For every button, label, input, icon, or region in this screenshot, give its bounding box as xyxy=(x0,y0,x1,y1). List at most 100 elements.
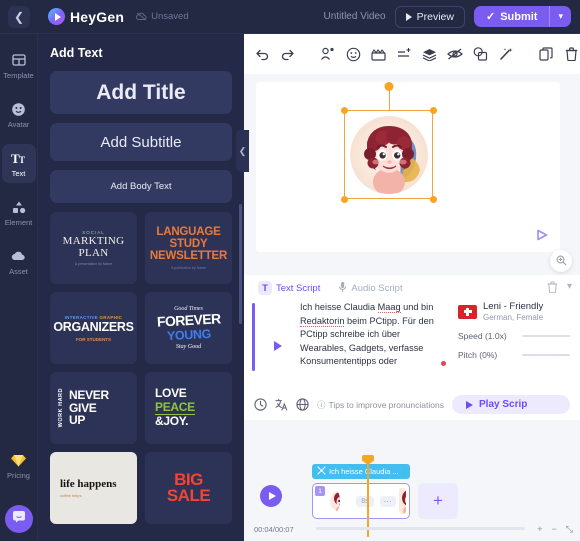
fit-timeline-button[interactable]: ⤡ xyxy=(566,524,573,535)
clapperboard-icon[interactable] xyxy=(371,46,387,63)
timeline-scrollbar[interactable] xyxy=(316,527,525,530)
sidebar-item-template[interactable]: Template xyxy=(2,46,36,85)
chat-support-button[interactable] xyxy=(4,505,33,533)
pitch-slider-row[interactable]: Pitch (0%) xyxy=(458,350,570,360)
redo-icon[interactable] xyxy=(279,46,295,63)
scene-more-button[interactable]: ··· xyxy=(379,495,396,507)
preview-button[interactable]: Preview xyxy=(394,5,465,28)
resize-handle-top-left[interactable] xyxy=(340,106,348,114)
add-scene-button[interactable]: + xyxy=(418,483,458,519)
panel-collapse-handle[interactable]: ❮ xyxy=(236,130,249,172)
voice-settings: Leni - Friendly German, Female Speed (1.… xyxy=(452,301,570,369)
text-template-item[interactable]: SOCIAL MARKTING PLAN A presentation by N… xyxy=(50,212,137,284)
text-template-item[interactable]: life happens coffee helps xyxy=(50,452,137,524)
avatar-swap-icon[interactable] xyxy=(320,46,336,63)
zoom-in-icon xyxy=(556,255,567,268)
template-line3: &JOY. xyxy=(155,414,189,429)
heygen-video-editor: ❮ HeyGen Unsaved Untitled Video Preview … xyxy=(0,0,580,541)
chevron-down-icon[interactable]: ▾ xyxy=(567,281,572,296)
submit-group[interactable]: ✓ Submit ▾ xyxy=(473,6,571,27)
rotate-handle[interactable] xyxy=(384,82,393,91)
speed-slider[interactable] xyxy=(522,335,570,337)
avatar-image[interactable] xyxy=(350,116,428,194)
script-text[interactable]: Ich heisse Claudia Maag und bin Redaktor… xyxy=(300,301,448,369)
top-bar: ❮ HeyGen Unsaved Untitled Video Preview … xyxy=(0,0,580,34)
avatar-icon xyxy=(11,101,26,117)
text-template-item[interactable]: LOVE PEACE &JOY. xyxy=(145,372,232,444)
pronunciation-tips[interactable]: ⓘ Tips to improve pronunciations xyxy=(317,399,444,411)
duplicate-icon[interactable] xyxy=(538,46,554,63)
tab-audio-script[interactable]: Audio Script xyxy=(332,278,408,299)
sidebar-item-label: Asset xyxy=(9,267,28,276)
zoom-out-button[interactable]: − xyxy=(552,524,557,535)
shapes-icon[interactable] xyxy=(472,46,488,63)
add-subtitle-button[interactable]: Add Subtitle xyxy=(50,123,232,161)
scene-clip-1[interactable]: 1 8s ··· xyxy=(312,483,410,519)
text-template-item[interactable]: BIG SALE xyxy=(145,452,232,524)
preview-label: Preview xyxy=(416,10,454,23)
hide-eye-icon[interactable] xyxy=(447,46,464,63)
tips-label: Tips to improve pronunciations xyxy=(328,399,444,410)
template-title: MARKTING PLAN xyxy=(62,235,125,259)
svg-text:T: T xyxy=(19,155,25,165)
sidebar-item-element[interactable]: Element xyxy=(2,193,36,232)
video-title[interactable]: Untitled Video xyxy=(324,11,386,22)
pitch-slider[interactable] xyxy=(522,354,570,356)
play-script-button[interactable]: Play Scrip xyxy=(452,395,570,414)
submit-button[interactable]: ✓ Submit xyxy=(474,6,550,27)
zoom-in-button[interactable] xyxy=(550,250,572,272)
text-template-item[interactable]: LANGUAGE STUDY NEWSLETTER A publication … xyxy=(145,212,232,284)
tab-text-script[interactable]: T Text Script xyxy=(252,278,326,298)
check-icon: ✓ xyxy=(485,11,496,23)
trash-icon[interactable] xyxy=(547,281,558,296)
playhead[interactable] xyxy=(362,455,374,537)
panel-scrollbar[interactable] xyxy=(239,204,242,324)
video-canvas[interactable] xyxy=(256,82,560,252)
sidebar-item-text[interactable]: TT Text xyxy=(1,144,36,183)
sidebar-item-asset[interactable]: Asset xyxy=(2,242,36,281)
voice-selector[interactable]: Leni - Friendly German, Female xyxy=(458,301,570,322)
text-template-item[interactable]: INTERACTIVE GRAPHIC ORGANIZERS FOR STUDE… xyxy=(50,292,137,364)
translate-icon[interactable] xyxy=(275,398,288,411)
scene-end-thumbnail xyxy=(398,488,406,514)
clock-icon[interactable] xyxy=(254,398,267,411)
add-body-text-button[interactable]: Add Body Text xyxy=(50,170,232,203)
plus-icon: + xyxy=(433,491,443,510)
script-text-area[interactable]: Ich heisse Claudia Maag und bin Redaktor… xyxy=(252,301,452,371)
play-script-label: Play Scrip xyxy=(479,399,528,410)
layers-icon[interactable] xyxy=(422,46,438,63)
avatar-selection[interactable] xyxy=(340,82,437,203)
element-icon xyxy=(12,199,26,215)
resize-handle-bottom-right[interactable] xyxy=(429,195,437,203)
globe-icon[interactable] xyxy=(296,398,309,411)
template-line2: SALE xyxy=(166,486,211,505)
text-template-item[interactable]: WORK HARD NEVER GIVE UP xyxy=(50,372,137,444)
play-icon xyxy=(466,400,473,409)
script-footer: ⓘ Tips to improve pronunciations Play Sc… xyxy=(244,395,580,414)
pricing-button[interactable]: Pricing xyxy=(2,446,36,485)
scene-duration: 8s xyxy=(356,495,374,507)
add-element-icon[interactable] xyxy=(396,46,412,63)
caption-clip[interactable]: Ich heisse Claudia ... xyxy=(312,464,410,479)
script-play-button[interactable] xyxy=(274,341,282,351)
script-panel: T Text Script Audio Script ▾ Ich heisse … xyxy=(244,275,580,420)
add-title-button[interactable]: Add Title xyxy=(50,71,232,114)
resize-handle-bottom-left[interactable] xyxy=(340,195,348,203)
swiss-flag-icon xyxy=(458,304,477,319)
magic-wand-icon[interactable] xyxy=(498,46,514,63)
resize-handle-top-right[interactable] xyxy=(429,106,437,114)
emoji-icon[interactable] xyxy=(345,46,361,63)
timeline: Ich heisse Claudia ... 1 8s ··· + 00:04/… xyxy=(244,455,580,541)
delete-icon[interactable] xyxy=(564,46,580,63)
undo-icon[interactable] xyxy=(254,46,270,63)
speed-slider-row[interactable]: Speed (1.0x) xyxy=(458,331,570,341)
timeline-play-button[interactable] xyxy=(260,485,282,507)
text-template-item[interactable]: Good Times FOREVER YOUNG Stay Good xyxy=(145,292,232,364)
script-status-dot xyxy=(441,361,446,366)
zoom-in-button[interactable]: + xyxy=(537,524,542,535)
template-title: life happens xyxy=(60,478,117,490)
brand[interactable]: HeyGen xyxy=(48,8,124,25)
submit-dropdown-button[interactable]: ▾ xyxy=(550,6,571,27)
sidebar-item-avatar[interactable]: Avatar xyxy=(2,95,36,134)
back-button[interactable]: ❮ xyxy=(8,5,30,28)
